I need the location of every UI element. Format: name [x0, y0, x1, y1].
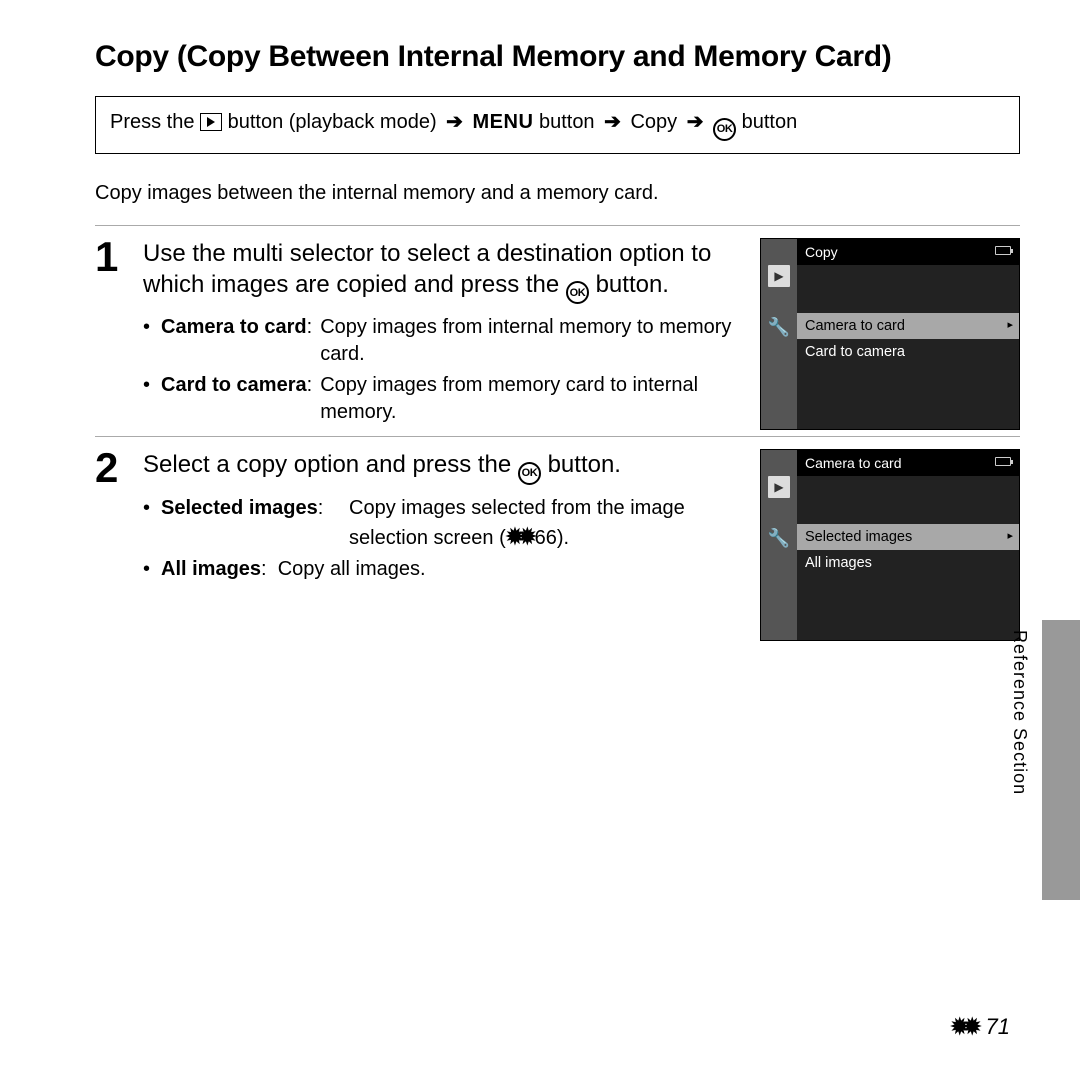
cam-title-text: Copy — [805, 244, 838, 260]
wrench-tab-icon: 🔧 — [768, 317, 790, 338]
term: Camera to card — [161, 316, 307, 338]
divider — [95, 436, 1020, 437]
navigation-path-box: Press the button (playback mode) ➔ MENU … — [95, 96, 1020, 154]
desc-b: ). — [557, 527, 569, 549]
playback-icon — [200, 113, 222, 131]
step-2: 2 Select a copy option and press the OK … — [95, 449, 1020, 641]
cam-title-text: Camera to card — [805, 455, 901, 471]
step-heading: Use the multi selector to select a desti… — [143, 238, 742, 305]
description: Copy images from memory card to internal… — [320, 372, 742, 426]
description: Copy all images. — [278, 558, 426, 580]
path-seg2: button (playback mode) — [228, 111, 443, 133]
camera-screen-1: ▶ 🔧 Copy Camera to card Card to camera — [760, 238, 1020, 431]
description: Copy images selected from the image sele… — [349, 495, 742, 552]
description: Copy images from internal memory to memo… — [320, 314, 742, 368]
bullet-all-images: All images: Copy all images. — [143, 556, 742, 583]
ok-button-icon: OK — [518, 462, 541, 485]
divider — [95, 225, 1020, 226]
camera-screen-2: ▶ 🔧 Camera to card Selected images All i… — [760, 449, 1020, 641]
step-1: 1 Use the multi selector to select a des… — [95, 238, 1020, 431]
bullet-selected-images: Selected images: Copy images selected fr… — [143, 495, 742, 552]
battery-icon — [995, 457, 1011, 466]
ok-button-icon: OK — [566, 281, 589, 304]
arrow-right-icon: ➔ — [446, 109, 463, 134]
page-number: ✹✹ 71 — [951, 1014, 1010, 1040]
menu-item-camera-to-card[interactable]: Camera to card — [797, 313, 1019, 339]
step-heading: Select a copy option and press the OK bu… — [143, 449, 742, 485]
playback-tab-icon: ▶ — [768, 476, 790, 498]
camera-menu-title: Copy — [797, 239, 1019, 265]
menu-item-card-to-camera[interactable]: Card to camera — [797, 339, 1019, 365]
arrow-right-icon: ➔ — [687, 109, 704, 134]
battery-icon — [995, 246, 1011, 255]
bullet-card-to-camera: Card to camera: Copy images from memory … — [143, 372, 742, 426]
reference-icon: ✹✹ — [951, 1014, 976, 1040]
camera-menu-title: Camera to card — [797, 450, 1019, 476]
step-number: 2 — [95, 449, 129, 641]
term: Selected images — [161, 497, 318, 519]
menu-item-all-images[interactable]: All images — [797, 550, 1019, 576]
camera-sidebar: ▶ 🔧 — [761, 450, 797, 640]
path-copy: Copy — [630, 111, 682, 133]
step2-head-b: button. — [541, 451, 621, 478]
path-prefix: Press the — [110, 111, 200, 133]
arrow-right-icon: ➔ — [604, 109, 621, 134]
reference-icon: ✹✹ — [506, 522, 531, 552]
term: Card to camera — [161, 374, 307, 396]
ok-button-icon: OK — [713, 118, 736, 141]
step2-head-a: Select a copy option and press the — [143, 451, 518, 478]
intro-text: Copy images between the internal memory … — [95, 182, 1020, 205]
menu-label: MENU — [473, 111, 534, 133]
playback-tab-icon: ▶ — [768, 265, 790, 287]
section-tab — [1042, 620, 1080, 900]
menu-item-selected-images[interactable]: Selected images — [797, 524, 1019, 550]
step-number: 1 — [95, 238, 129, 431]
section-label: Reference Section — [1009, 630, 1030, 795]
bullet-camera-to-card: Camera to card: Copy images from interna… — [143, 314, 742, 368]
page-title: Copy (Copy Between Internal Memory and M… — [95, 40, 1020, 74]
path-suffix: button — [742, 111, 798, 133]
desc-ref: 66 — [535, 527, 557, 549]
page-number-value: 71 — [986, 1014, 1010, 1039]
wrench-tab-icon: 🔧 — [768, 528, 790, 549]
term: All images — [161, 558, 261, 580]
path-seg3: button — [539, 111, 600, 133]
step1-head-b: button. — [589, 271, 669, 298]
camera-sidebar: ▶ 🔧 — [761, 239, 797, 429]
